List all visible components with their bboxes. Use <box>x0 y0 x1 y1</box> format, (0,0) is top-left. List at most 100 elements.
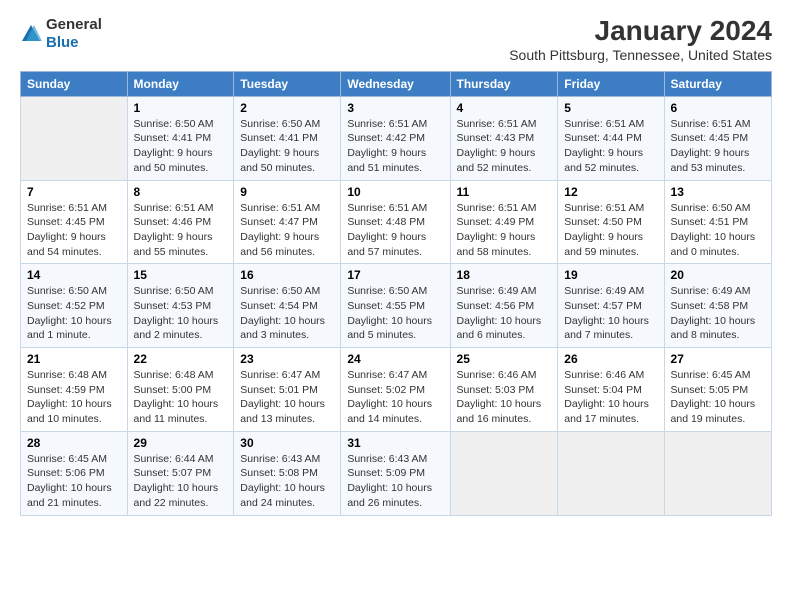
header-row: General Blue January 2024 South Pittsbur… <box>20 16 772 63</box>
sunrise-text: Sunrise: 6:51 AM <box>564 201 657 216</box>
day-number: 23 <box>240 352 334 366</box>
calendar-cell: 31 Sunrise: 6:43 AM Sunset: 5:09 PM Dayl… <box>341 431 450 515</box>
calendar-cell: 27 Sunrise: 6:45 AM Sunset: 5:05 PM Dayl… <box>664 348 771 432</box>
sunrise-text: Sunrise: 6:50 AM <box>347 284 443 299</box>
main-container: General Blue January 2024 South Pittsbur… <box>0 0 792 528</box>
day-number: 13 <box>671 185 765 199</box>
day-info: Sunrise: 6:44 AM Sunset: 5:07 PM Dayligh… <box>134 452 228 511</box>
sunrise-text: Sunrise: 6:46 AM <box>564 368 657 383</box>
sunrise-text: Sunrise: 6:51 AM <box>457 117 552 132</box>
day-number: 30 <box>240 436 334 450</box>
sunset-text: Sunset: 4:49 PM <box>457 215 552 230</box>
day-info: Sunrise: 6:50 AM Sunset: 4:55 PM Dayligh… <box>347 284 443 343</box>
day-info: Sunrise: 6:51 AM Sunset: 4:49 PM Dayligh… <box>457 201 552 260</box>
sunrise-text: Sunrise: 6:49 AM <box>457 284 552 299</box>
sunrise-text: Sunrise: 6:51 AM <box>671 117 765 132</box>
daylight-text: Daylight: 9 hours and 56 minutes. <box>240 230 334 259</box>
calendar-cell: 18 Sunrise: 6:49 AM Sunset: 4:56 PM Dayl… <box>450 264 558 348</box>
table-row: 14 Sunrise: 6:50 AM Sunset: 4:52 PM Dayl… <box>21 264 772 348</box>
sunrise-text: Sunrise: 6:47 AM <box>347 368 443 383</box>
daylight-text: Daylight: 10 hours and 14 minutes. <box>347 397 443 426</box>
table-header-row: Sunday Monday Tuesday Wednesday Thursday… <box>21 71 772 96</box>
sunrise-text: Sunrise: 6:51 AM <box>457 201 552 216</box>
daylight-text: Daylight: 9 hours and 57 minutes. <box>347 230 443 259</box>
day-number: 27 <box>671 352 765 366</box>
daylight-text: Daylight: 10 hours and 0 minutes. <box>671 230 765 259</box>
sunrise-text: Sunrise: 6:47 AM <box>240 368 334 383</box>
daylight-text: Daylight: 10 hours and 22 minutes. <box>134 481 228 510</box>
day-info: Sunrise: 6:51 AM Sunset: 4:45 PM Dayligh… <box>671 117 765 176</box>
day-number: 14 <box>27 268 121 282</box>
day-number: 2 <box>240 101 334 115</box>
daylight-text: Daylight: 10 hours and 21 minutes. <box>27 481 121 510</box>
calendar-cell: 28 Sunrise: 6:45 AM Sunset: 5:06 PM Dayl… <box>21 431 128 515</box>
day-info: Sunrise: 6:49 AM Sunset: 4:56 PM Dayligh… <box>457 284 552 343</box>
calendar-cell: 15 Sunrise: 6:50 AM Sunset: 4:53 PM Dayl… <box>127 264 234 348</box>
calendar-cell: 2 Sunrise: 6:50 AM Sunset: 4:41 PM Dayli… <box>234 96 341 180</box>
day-info: Sunrise: 6:46 AM Sunset: 5:03 PM Dayligh… <box>457 368 552 427</box>
day-number: 29 <box>134 436 228 450</box>
daylight-text: Daylight: 9 hours and 54 minutes. <box>27 230 121 259</box>
logo-icon <box>20 23 42 45</box>
calendar-cell: 4 Sunrise: 6:51 AM Sunset: 4:43 PM Dayli… <box>450 96 558 180</box>
sunset-text: Sunset: 4:42 PM <box>347 131 443 146</box>
calendar-cell: 25 Sunrise: 6:46 AM Sunset: 5:03 PM Dayl… <box>450 348 558 432</box>
calendar-cell: 30 Sunrise: 6:43 AM Sunset: 5:08 PM Dayl… <box>234 431 341 515</box>
day-number: 5 <box>564 101 657 115</box>
calendar-cell: 10 Sunrise: 6:51 AM Sunset: 4:48 PM Dayl… <box>341 180 450 264</box>
day-number: 1 <box>134 101 228 115</box>
day-number: 22 <box>134 352 228 366</box>
day-info: Sunrise: 6:49 AM Sunset: 4:57 PM Dayligh… <box>564 284 657 343</box>
logo-general: General <box>46 16 102 33</box>
calendar-cell <box>558 431 664 515</box>
day-info: Sunrise: 6:47 AM Sunset: 5:02 PM Dayligh… <box>347 368 443 427</box>
sunset-text: Sunset: 4:57 PM <box>564 299 657 314</box>
day-info: Sunrise: 6:47 AM Sunset: 5:01 PM Dayligh… <box>240 368 334 427</box>
day-info: Sunrise: 6:45 AM Sunset: 5:05 PM Dayligh… <box>671 368 765 427</box>
calendar-cell: 11 Sunrise: 6:51 AM Sunset: 4:49 PM Dayl… <box>450 180 558 264</box>
header-tuesday: Tuesday <box>234 71 341 96</box>
sunset-text: Sunset: 5:00 PM <box>134 383 228 398</box>
calendar-cell: 17 Sunrise: 6:50 AM Sunset: 4:55 PM Dayl… <box>341 264 450 348</box>
day-info: Sunrise: 6:50 AM Sunset: 4:51 PM Dayligh… <box>671 201 765 260</box>
calendar-cell: 26 Sunrise: 6:46 AM Sunset: 5:04 PM Dayl… <box>558 348 664 432</box>
sunrise-text: Sunrise: 6:51 AM <box>347 201 443 216</box>
sunset-text: Sunset: 4:43 PM <box>457 131 552 146</box>
sunset-text: Sunset: 4:54 PM <box>240 299 334 314</box>
sunset-text: Sunset: 5:06 PM <box>27 466 121 481</box>
day-info: Sunrise: 6:51 AM Sunset: 4:45 PM Dayligh… <box>27 201 121 260</box>
sunset-text: Sunset: 4:41 PM <box>240 131 334 146</box>
header-saturday: Saturday <box>664 71 771 96</box>
daylight-text: Daylight: 9 hours and 55 minutes. <box>134 230 228 259</box>
day-number: 10 <box>347 185 443 199</box>
calendar-cell: 1 Sunrise: 6:50 AM Sunset: 4:41 PM Dayli… <box>127 96 234 180</box>
day-number: 21 <box>27 352 121 366</box>
page-subtitle: South Pittsburg, Tennessee, United State… <box>509 47 772 63</box>
calendar-cell: 8 Sunrise: 6:51 AM Sunset: 4:46 PM Dayli… <box>127 180 234 264</box>
table-row: 1 Sunrise: 6:50 AM Sunset: 4:41 PM Dayli… <box>21 96 772 180</box>
logo-text: General Blue <box>46 16 102 52</box>
title-block: January 2024 South Pittsburg, Tennessee,… <box>509 16 772 63</box>
daylight-text: Daylight: 9 hours and 50 minutes. <box>134 146 228 175</box>
page-title: January 2024 <box>509 16 772 47</box>
day-info: Sunrise: 6:50 AM Sunset: 4:41 PM Dayligh… <box>134 117 228 176</box>
daylight-text: Daylight: 10 hours and 19 minutes. <box>671 397 765 426</box>
sunset-text: Sunset: 4:48 PM <box>347 215 443 230</box>
daylight-text: Daylight: 9 hours and 51 minutes. <box>347 146 443 175</box>
sunset-text: Sunset: 4:52 PM <box>27 299 121 314</box>
sunset-text: Sunset: 4:41 PM <box>134 131 228 146</box>
daylight-text: Daylight: 10 hours and 2 minutes. <box>134 314 228 343</box>
day-number: 20 <box>671 268 765 282</box>
daylight-text: Daylight: 10 hours and 1 minute. <box>27 314 121 343</box>
calendar-cell: 29 Sunrise: 6:44 AM Sunset: 5:07 PM Dayl… <box>127 431 234 515</box>
day-number: 11 <box>457 185 552 199</box>
day-info: Sunrise: 6:45 AM Sunset: 5:06 PM Dayligh… <box>27 452 121 511</box>
day-number: 15 <box>134 268 228 282</box>
daylight-text: Daylight: 9 hours and 58 minutes. <box>457 230 552 259</box>
sunset-text: Sunset: 4:46 PM <box>134 215 228 230</box>
sunrise-text: Sunrise: 6:49 AM <box>671 284 765 299</box>
sunrise-text: Sunrise: 6:51 AM <box>134 201 228 216</box>
sunset-text: Sunset: 5:03 PM <box>457 383 552 398</box>
day-number: 7 <box>27 185 121 199</box>
daylight-text: Daylight: 10 hours and 10 minutes. <box>27 397 121 426</box>
